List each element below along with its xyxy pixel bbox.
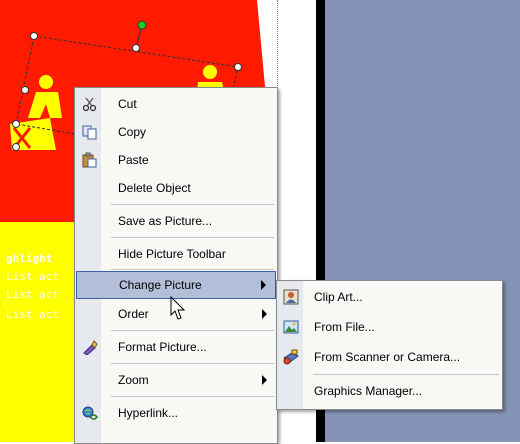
clip-art-icon <box>283 289 299 305</box>
resize-handle <box>12 143 20 151</box>
menu-item-label: From File... <box>314 320 375 334</box>
resize-handle <box>21 86 29 94</box>
resize-handle <box>30 32 38 40</box>
menu-separator <box>111 204 274 205</box>
menu-item-format-picture[interactable]: Format Picture... <box>76 333 276 361</box>
menu-item-label: Hide Picture Toolbar <box>118 247 226 261</box>
menu-item-label: Format Picture... <box>118 340 207 354</box>
rotate-handle <box>137 20 147 30</box>
menu-item-label: Hyperlink... <box>118 406 179 420</box>
slide-text-line: List act <box>6 270 59 283</box>
picture-file-icon <box>283 319 299 335</box>
menu-separator <box>111 396 274 397</box>
menu-item-graphics-manager[interactable]: Graphics Manager... <box>278 377 501 405</box>
mouse-cursor-icon <box>170 296 186 320</box>
context-menu: Cut Copy Paste Delete Object Save as Pic… <box>74 87 278 444</box>
copy-icon <box>82 124 98 140</box>
scanner-camera-icon <box>283 349 299 365</box>
resize-handle <box>132 44 140 52</box>
menu-item-delete-object[interactable]: Delete Object <box>76 174 276 202</box>
menu-item-label: Clip Art... <box>314 290 363 304</box>
menu-item-save-as-picture[interactable]: Save as Picture... <box>76 207 276 235</box>
menu-item-label: Copy <box>118 125 147 139</box>
menu-item-cut[interactable]: Cut <box>76 90 276 118</box>
menu-item-zoom[interactable]: Zoom <box>76 366 276 394</box>
submenu-arrow-icon <box>261 280 266 290</box>
menu-item-paste[interactable]: Paste <box>76 146 276 174</box>
menu-item-label: Delete Object <box>118 181 191 195</box>
slide-text-line: ghlight <box>6 252 53 265</box>
menu-item-from-file[interactable]: From File... <box>278 313 501 341</box>
scissors-icon <box>82 96 98 112</box>
resize-handle <box>234 63 242 71</box>
menu-item-label: Paste <box>118 153 149 167</box>
change-picture-submenu: Clip Art... From File... From Scanner or… <box>276 280 503 410</box>
resize-handle <box>12 120 20 128</box>
menu-separator <box>111 330 274 331</box>
menu-item-hyperlink[interactable]: Hyperlink... <box>76 399 276 427</box>
format-picture-icon <box>82 339 98 356</box>
menu-separator <box>111 237 274 238</box>
menu-item-label: Zoom <box>118 373 149 387</box>
menu-item-clip-art[interactable]: Clip Art... <box>278 283 501 311</box>
menu-item-label: From Scanner or Camera... <box>314 350 461 364</box>
slide-text-line: List act <box>6 288 59 301</box>
menu-separator <box>111 269 274 270</box>
slide-text-line: List act <box>6 308 59 321</box>
menu-separator <box>111 363 274 364</box>
menu-item-label: Save as Picture... <box>118 214 213 228</box>
menu-item-from-scanner-camera[interactable]: From Scanner or Camera... <box>278 343 501 371</box>
submenu-arrow-icon <box>262 375 267 385</box>
menu-separator <box>313 374 499 375</box>
submenu-arrow-icon <box>262 309 267 319</box>
menu-item-copy[interactable]: Copy <box>76 118 276 146</box>
menu-item-label: Cut <box>118 97 137 111</box>
menu-item-label: Change Picture <box>119 278 202 292</box>
hyperlink-icon <box>82 405 98 421</box>
menu-item-label: Graphics Manager... <box>314 384 423 398</box>
menu-item-label: Order <box>118 307 149 321</box>
menu-item-change-picture[interactable]: Change Picture <box>76 271 276 299</box>
paste-icon <box>82 152 98 168</box>
menu-item-hide-picture-toolbar[interactable]: Hide Picture Toolbar <box>76 240 276 268</box>
